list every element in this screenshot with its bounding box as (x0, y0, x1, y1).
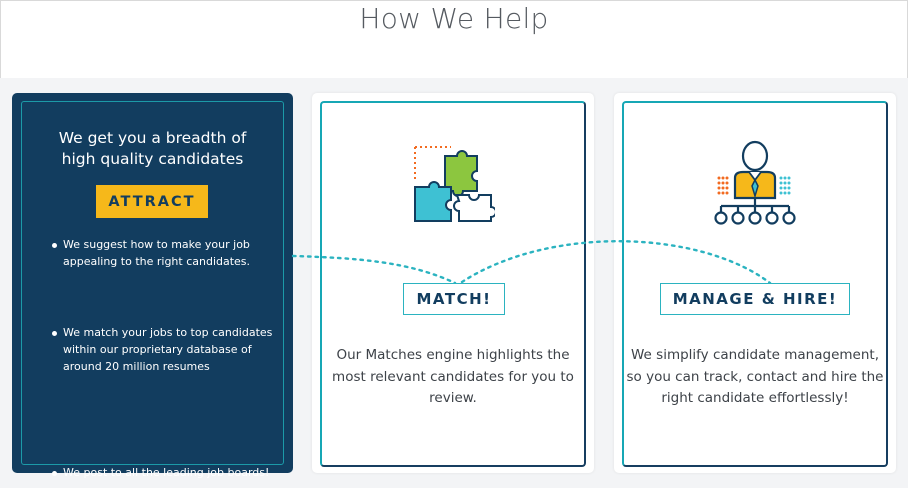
hire-description: We simplify candidate management, so you… (626, 347, 884, 406)
match-badge: MATCH! (403, 283, 505, 315)
manage-hire-badge: MANAGE & HIRE! (660, 283, 850, 315)
match-description: Our Matches engine highlights the most r… (332, 347, 574, 406)
puzzle-pieces-icon (414, 146, 495, 222)
org-chart-person-icon (714, 140, 796, 225)
dotted-connector (291, 240, 772, 285)
